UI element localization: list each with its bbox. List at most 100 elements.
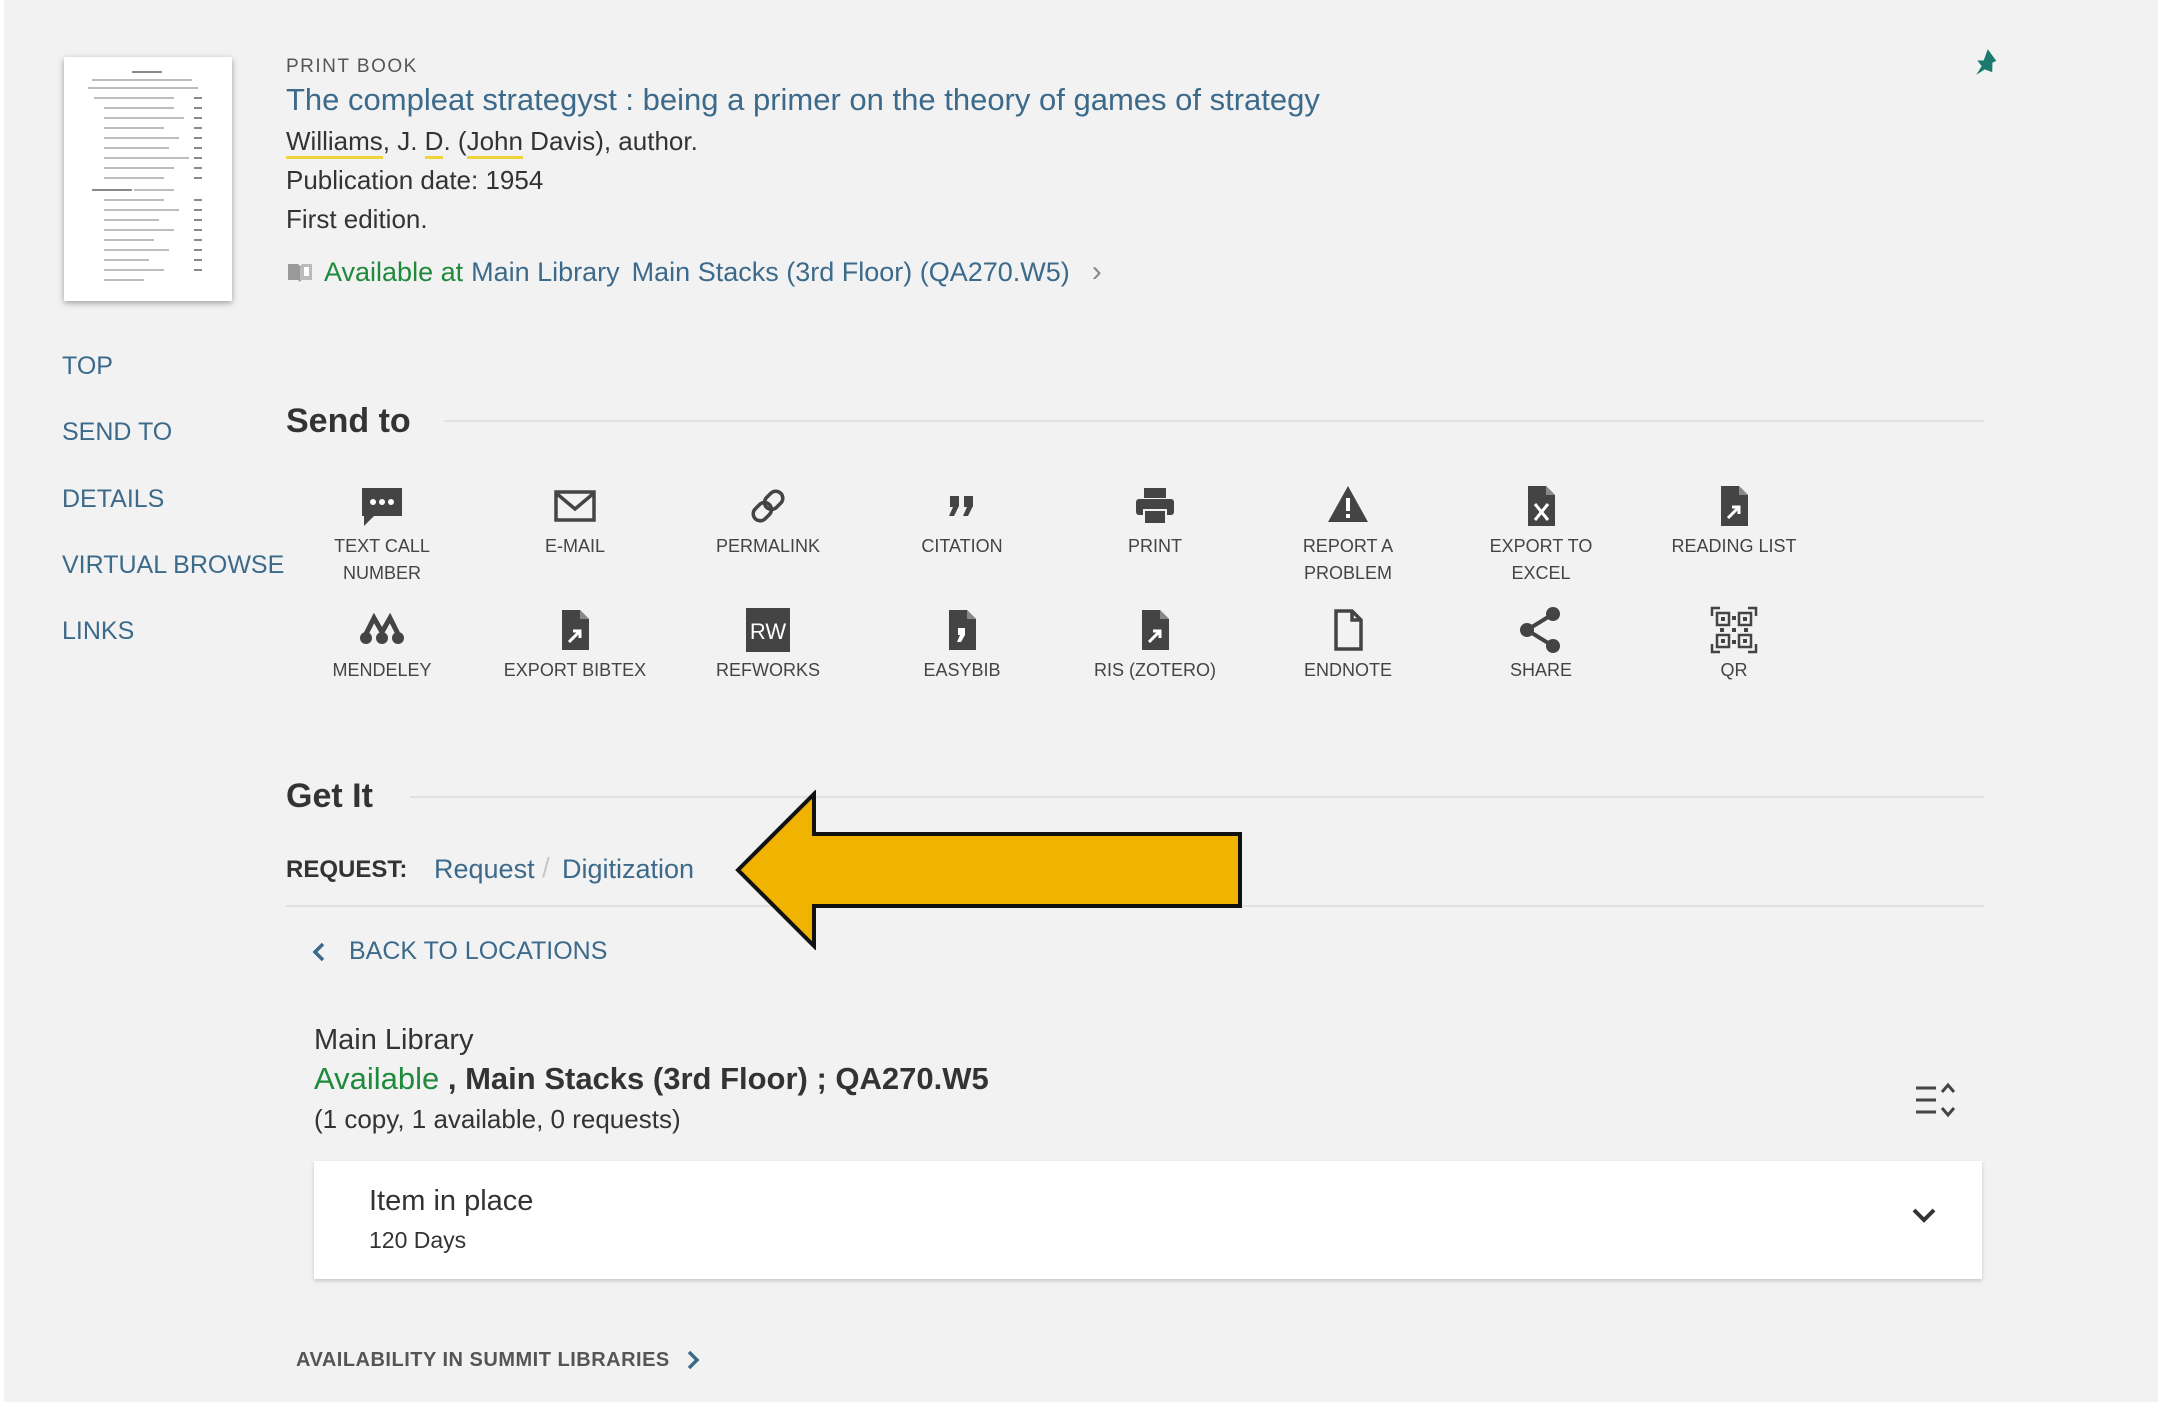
nav-details[interactable]: DETAILS [62, 485, 164, 514]
send-label: ENDNOTE [1303, 660, 1392, 680]
request-separator: / [542, 852, 550, 883]
item-loan-period: 120 Days [369, 1227, 467, 1253]
send-export-excel[interactable]: EXPORT TO EXCEL [1451, 480, 1631, 586]
send-to-heading: Send to [286, 402, 411, 440]
availability-status: Available at [324, 256, 464, 287]
refworks-badge: RW [750, 619, 786, 644]
request-label: REQUEST: [286, 856, 408, 883]
availability-library: Main Library [471, 256, 620, 287]
chevron-left-icon [312, 942, 325, 961]
location-detail: , Main Stacks (3rd Floor) ; QA270.W5 [439, 1061, 989, 1096]
send-label: TEXT CALL [334, 536, 430, 556]
quote-icon [949, 496, 973, 516]
send-print[interactable]: PRINT [1065, 480, 1245, 559]
edition: First edition. [286, 204, 428, 234]
chevron-right-icon: › [1091, 255, 1102, 288]
author-middle: , J. [382, 126, 425, 156]
back-label: BACK TO LOCATIONS [349, 937, 608, 965]
send-refworks[interactable]: RW REFWORKS [678, 604, 858, 683]
warning-icon [1328, 486, 1368, 522]
send-label: EXPORT BIBTEX [503, 660, 647, 680]
author-paren: . ( [443, 126, 467, 156]
link-icon [751, 489, 785, 523]
item-row[interactable]: Item in place 120 Days [314, 1161, 1982, 1279]
send-label: MENDELEY [332, 660, 432, 680]
pin-icon[interactable] [1972, 48, 2002, 86]
send-label: PROBLEM [1303, 563, 1393, 583]
easybib-icon [949, 610, 976, 650]
send-citation[interactable]: CITATION [872, 480, 1052, 559]
chevron-right-icon [687, 1350, 700, 1370]
availability-location: Main Stacks (3rd Floor) (QA270.W5) [631, 256, 1070, 287]
request-link[interactable]: Request [434, 854, 535, 885]
send-report-problem[interactable]: REPORT A PROBLEM [1258, 480, 1438, 586]
send-label: SHARE [1509, 660, 1572, 680]
send-label: CITATION [921, 536, 1003, 556]
send-ris-zotero[interactable]: RIS (ZOTERO) [1065, 604, 1245, 683]
send-export-bibtex[interactable]: EXPORT BIBTEX [485, 604, 665, 683]
send-text-call-number[interactable]: TEXT CALL NUMBER [292, 480, 472, 586]
availability-line[interactable]: Available at Main Library Main Stacks (3… [286, 255, 1102, 289]
author-initial: D [424, 126, 444, 159]
publication-date: Publication date: 1954 [286, 165, 544, 195]
record-page: PRINT BOOK The compleat strategyst : bei… [4, 0, 2158, 1402]
share-icon [1520, 607, 1560, 653]
printer-icon [1136, 488, 1174, 525]
nav-links[interactable]: LINKS [62, 617, 134, 646]
excel-file-icon [1528, 486, 1555, 526]
send-share[interactable]: SHARE [1451, 604, 1631, 683]
nav-send-to[interactable]: SEND TO [62, 418, 172, 447]
send-label: EASYBIB [923, 660, 1001, 680]
file-export-icon [562, 610, 589, 650]
summit-availability-link[interactable]: AVAILABILITY IN SUMMIT LIBRARIES [296, 1348, 702, 1372]
send-email[interactable]: E-MAIL [485, 480, 665, 559]
message-icon [362, 488, 402, 526]
send-reading-list[interactable]: READING LIST [1644, 480, 1824, 559]
send-label: READING LIST [1671, 536, 1797, 556]
send-label: RIS (ZOTERO) [1094, 660, 1216, 680]
author-rest: Davis), author. [522, 126, 698, 156]
location-counts: (1 copy, 1 available, 0 requests) [314, 1104, 681, 1134]
send-label: NUMBER [342, 563, 421, 583]
mendeley-icon [360, 612, 404, 644]
record-title[interactable]: The compleat strategyst : being a primer… [286, 82, 1320, 118]
file-export-icon [1142, 610, 1169, 650]
record-author: Williams, J. D. (John Davis), author. [286, 126, 698, 159]
send-label: EXPORT TO [1489, 536, 1593, 556]
file-outline-icon [1334, 609, 1363, 651]
send-easybib[interactable]: EASYBIB [872, 604, 1052, 683]
book-cover-thumbnail[interactable] [64, 57, 232, 301]
digitization-link[interactable]: Digitization [562, 854, 694, 885]
annotation-arrow [735, 790, 1242, 950]
send-label: PERMALINK [715, 536, 821, 556]
send-endnote[interactable]: ENDNOTE [1258, 604, 1438, 683]
summit-label: AVAILABILITY IN SUMMIT LIBRARIES [296, 1348, 670, 1371]
send-mendeley[interactable]: MENDELEY [292, 604, 472, 683]
envelope-icon [554, 490, 596, 522]
send-label: REFWORKS [715, 660, 820, 680]
back-to-locations-button[interactable]: BACK TO LOCATIONS [309, 937, 607, 966]
send-label: PRINT [1128, 536, 1182, 556]
nav-top[interactable]: TOP [62, 352, 113, 381]
book-location-icon [288, 264, 312, 282]
send-permalink[interactable]: PERMALINK [678, 480, 858, 559]
send-qr[interactable]: QR [1644, 604, 1824, 683]
sort-filter-icon[interactable] [1914, 1080, 1956, 1120]
refworks-icon: RW [746, 608, 790, 652]
nav-virtual-browse[interactable]: VIRTUAL BROWSE [62, 551, 284, 580]
send-label: EXCEL [1511, 563, 1571, 583]
file-export-icon [1721, 486, 1748, 526]
location-available: Available [314, 1061, 440, 1096]
author-last-name: Williams [286, 126, 383, 159]
send-label: REPORT A [1302, 536, 1394, 556]
item-status: Item in place [369, 1185, 534, 1217]
send-label: QR [1720, 660, 1748, 680]
record-type: PRINT BOOK [286, 56, 418, 77]
location-status-line: Available , Main Stacks (3rd Floor) ; QA… [314, 1061, 989, 1097]
location-library: Main Library [314, 1024, 474, 1056]
section-divider [444, 420, 1984, 422]
chevron-down-icon[interactable] [1908, 1199, 1940, 1231]
author-first-name: John [466, 126, 523, 159]
get-it-heading: Get It [286, 777, 373, 815]
qr-code-icon [1710, 606, 1758, 654]
